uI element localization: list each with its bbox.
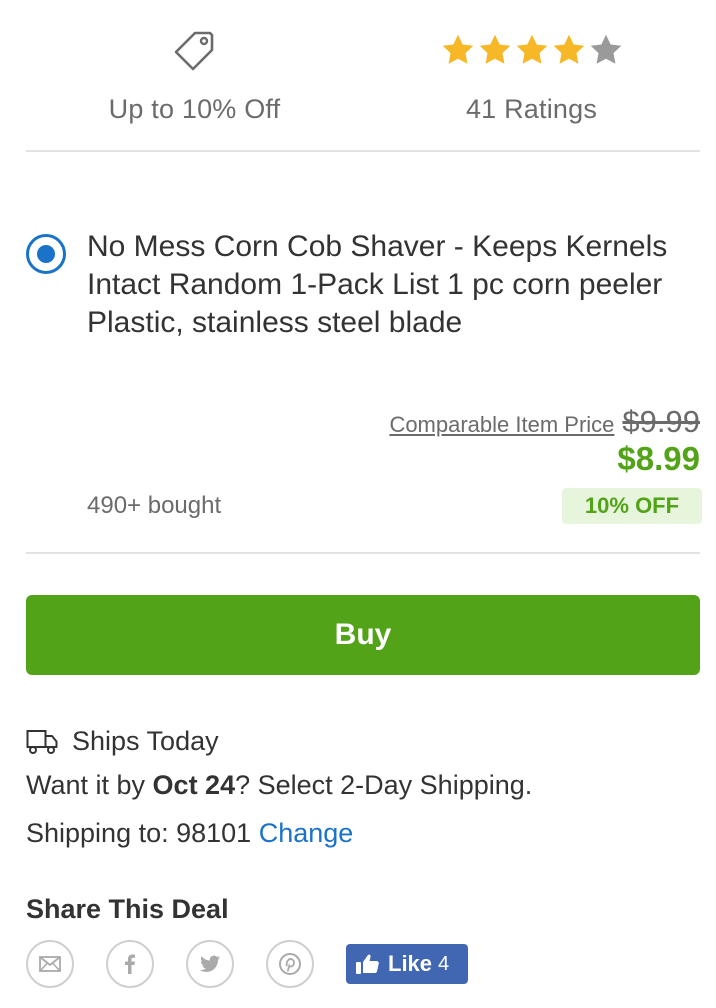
- star-icon: [442, 34, 473, 64]
- facebook-icon: [125, 954, 135, 974]
- buy-button[interactable]: Buy: [26, 595, 700, 675]
- twitter-icon: [200, 955, 220, 972]
- like-label: Like: [388, 951, 433, 976]
- delivery-suffix: ? Select 2-Day Shipping.: [235, 770, 533, 800]
- share-email-button[interactable]: [26, 940, 74, 988]
- deal-price: $8.99: [617, 440, 700, 477]
- star-icon: [479, 34, 510, 64]
- share-pinterest-button[interactable]: [266, 940, 314, 988]
- ships-today: Ships Today: [26, 726, 219, 757]
- discount-label: Up to 10% Off: [108, 94, 281, 124]
- shipping-zip-label: Shipping to: 98101: [26, 818, 252, 848]
- share-buttons: Like 4: [26, 940, 468, 988]
- tag-icon: [174, 31, 213, 71]
- comparable-price: Comparable Item Price $9.99: [389, 404, 700, 440]
- delivery-prefix: Want it by: [26, 770, 153, 800]
- share-twitter-button[interactable]: [186, 940, 234, 988]
- option-radio[interactable]: [26, 234, 66, 274]
- bought-count: 490+ bought: [87, 492, 222, 519]
- email-icon: [39, 956, 61, 972]
- thumbs-up-icon: [356, 954, 379, 974]
- share-title: Share This Deal: [26, 894, 229, 924]
- star-icon: [516, 34, 547, 64]
- like-count: 4: [438, 952, 450, 975]
- facebook-like-button[interactable]: Like 4: [346, 944, 468, 984]
- discount-summary: Up to 10% Off: [26, 28, 363, 125]
- rating-summary[interactable]: 41 Ratings: [363, 28, 700, 125]
- original-price: $9.99: [622, 404, 700, 439]
- divider: [26, 552, 700, 554]
- ships-today-label: Ships Today: [72, 726, 219, 756]
- truck-icon: [26, 729, 58, 754]
- share-facebook-button[interactable]: [106, 940, 154, 988]
- star-icon: [590, 34, 621, 64]
- star-icon: [553, 34, 584, 64]
- star-rating: [363, 28, 700, 72]
- deal-summary: Up to 10% Off 41 Ratings: [26, 0, 700, 152]
- rating-count-label[interactable]: 41 Ratings: [363, 94, 700, 125]
- shipping-destination: Shipping to: 98101 Change: [26, 818, 353, 849]
- comparable-price-label[interactable]: Comparable Item Price: [389, 412, 614, 438]
- delivery-estimate: Want it by Oct 24? Select 2-Day Shipping…: [26, 770, 532, 801]
- discount-badge: 10% OFF: [562, 488, 702, 524]
- change-zip-link[interactable]: Change: [259, 818, 354, 848]
- pinterest-icon: [279, 953, 301, 975]
- delivery-date: Oct 24: [152, 770, 236, 800]
- option-title: No Mess Corn Cob Shaver - Keeps Kernels …: [87, 230, 668, 339]
